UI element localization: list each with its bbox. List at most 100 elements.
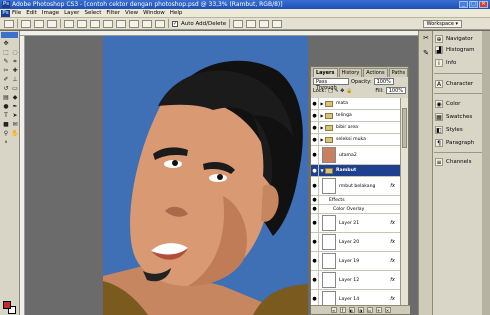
tool-preset-picker[interactable] bbox=[4, 19, 14, 28]
app-menu-logo-icon[interactable]: Ps bbox=[1, 10, 10, 17]
panel-color[interactable]: ◉ Color bbox=[435, 99, 481, 109]
slice-tool-icon[interactable]: ✂ bbox=[2, 67, 10, 74]
rounded-rect-shape-button[interactable] bbox=[103, 19, 113, 28]
shape-tool-icon[interactable]: ■ bbox=[2, 121, 10, 128]
visibility-eye-icon[interactable]: ● bbox=[311, 109, 319, 122]
path-exclude-button[interactable] bbox=[272, 19, 283, 28]
lock-options-icons[interactable]: □ ✎ ✥ 🔒 bbox=[328, 88, 352, 94]
paths-button[interactable] bbox=[34, 19, 44, 28]
link-layers-icon[interactable]: ∞ bbox=[330, 307, 337, 313]
pen-tool-icon[interactable]: ✒ bbox=[11, 103, 19, 110]
blend-mode-dropdown[interactable]: Pass Through bbox=[313, 78, 349, 91]
path-subtract-button[interactable] bbox=[246, 19, 257, 28]
fill-pixels-button[interactable] bbox=[47, 19, 57, 28]
tab-history[interactable]: History bbox=[338, 68, 363, 77]
adjustment-layer-icon[interactable]: ◑ bbox=[357, 307, 364, 313]
tool-options-icon[interactable]: ✂ bbox=[421, 34, 431, 42]
fill-input[interactable]: 100% bbox=[385, 87, 406, 94]
brushes-icon[interactable]: ✎ bbox=[421, 49, 431, 57]
workspace-dropdown[interactable]: Workspace ▾ bbox=[422, 20, 462, 28]
add-layer-style-icon[interactable]: f bbox=[339, 307, 346, 313]
panel-info[interactable]: i Info bbox=[435, 58, 481, 68]
layer-group-bibir-area[interactable]: ● ▶ bibir area bbox=[311, 121, 401, 134]
layer-group-mata[interactable]: ● ▶ mata bbox=[311, 98, 401, 110]
auto-add-delete-checkbox[interactable]: ✓ bbox=[172, 20, 178, 27]
path-intersect-button[interactable] bbox=[259, 19, 270, 28]
layer-rmbut-belakang[interactable]: ● rmbut belakang fx bbox=[311, 176, 401, 196]
layer-group-seleksi-muka[interactable]: ● ▶ seleksi muka bbox=[311, 133, 401, 146]
layer-effects-row[interactable]: ● Effects bbox=[311, 195, 401, 205]
path-selection-tool-icon[interactable]: ➤ bbox=[11, 112, 19, 119]
layer-color-overlay-row[interactable]: ● Color Overlay bbox=[311, 204, 401, 214]
visibility-eye-icon[interactable]: ● bbox=[311, 204, 319, 214]
document-canvas[interactable] bbox=[103, 36, 308, 315]
visibility-eye-icon[interactable]: ● bbox=[311, 164, 319, 177]
opacity-input[interactable]: 100% bbox=[373, 78, 394, 85]
menu-file[interactable]: File bbox=[12, 10, 21, 16]
hand-tool-icon[interactable]: ✋ bbox=[11, 130, 19, 137]
clone-stamp-tool-icon[interactable]: ⊥ bbox=[11, 76, 19, 83]
visibility-eye-icon[interactable]: ● bbox=[311, 176, 319, 196]
layers-scrollbar[interactable] bbox=[400, 98, 408, 307]
notes-tool-icon[interactable]: ✉ bbox=[11, 121, 19, 128]
marquee-tool-icon[interactable]: ⬚ bbox=[2, 49, 10, 56]
menu-filter[interactable]: Filter bbox=[106, 10, 120, 16]
fx-icon[interactable]: fx bbox=[390, 258, 395, 264]
history-brush-tool-icon[interactable]: ↺ bbox=[2, 85, 10, 92]
brush-tool-icon[interactable]: ✐ bbox=[2, 76, 10, 83]
lasso-tool-icon[interactable]: ◌ bbox=[11, 49, 19, 56]
menu-select[interactable]: Select bbox=[84, 10, 101, 16]
blur-tool-icon[interactable]: ◆ bbox=[11, 94, 19, 101]
visibility-eye-icon[interactable]: ● bbox=[311, 121, 319, 134]
visibility-eye-icon[interactable]: ● bbox=[311, 98, 319, 110]
panel-character[interactable]: A Character bbox=[435, 79, 481, 89]
eyedropper-tool-icon[interactable]: ⚲ bbox=[2, 130, 10, 137]
panel-navigator[interactable]: ⊕ Navigator bbox=[435, 34, 481, 44]
gradient-tool-icon[interactable]: ▤ bbox=[2, 94, 10, 101]
minimize-button[interactable]: _ bbox=[459, 1, 468, 8]
layer-utama2[interactable]: ● utama2 bbox=[311, 145, 401, 165]
eraser-tool-icon[interactable]: ▭ bbox=[11, 85, 19, 92]
panel-histogram[interactable]: ▟ Histogram bbox=[435, 45, 481, 55]
fx-icon[interactable]: fx bbox=[390, 277, 395, 283]
layer-21[interactable]: ● Layer 21 fx bbox=[311, 213, 401, 233]
dodge-tool-icon[interactable]: ● bbox=[2, 103, 10, 110]
menu-view[interactable]: View bbox=[125, 10, 138, 16]
layer-group-rambut[interactable]: ● ▼ Rambut bbox=[311, 164, 401, 177]
fx-icon[interactable]: fx bbox=[390, 239, 395, 245]
panel-swatches[interactable]: ▦ Swatches bbox=[435, 112, 481, 122]
shape-layers-button[interactable] bbox=[21, 19, 31, 28]
freeform-pen-button[interactable] bbox=[77, 19, 87, 28]
fx-icon[interactable]: fx bbox=[390, 220, 395, 226]
visibility-eye-icon[interactable]: ● bbox=[311, 251, 319, 271]
panel-styles[interactable]: ◧ Styles bbox=[435, 125, 481, 135]
new-group-icon[interactable]: ▭ bbox=[366, 307, 373, 313]
ellipse-shape-button[interactable] bbox=[116, 19, 126, 28]
layer-19[interactable]: ● Layer 19 fx bbox=[311, 251, 401, 271]
quick-select-tool-icon[interactable]: ✎ bbox=[2, 58, 10, 65]
line-shape-button[interactable] bbox=[142, 19, 152, 28]
maximize-button[interactable]: □ bbox=[469, 1, 478, 8]
visibility-eye-icon[interactable]: ● bbox=[311, 270, 319, 290]
add-mask-icon[interactable]: ◐ bbox=[348, 307, 355, 313]
visibility-eye-icon[interactable]: ● bbox=[311, 195, 319, 205]
menu-help[interactable]: Help bbox=[170, 10, 183, 16]
path-add-button[interactable] bbox=[233, 19, 244, 28]
fx-icon[interactable]: fx bbox=[390, 183, 395, 189]
pen-tool-button[interactable] bbox=[64, 19, 74, 28]
layer-group-telinga[interactable]: ● ▶ telinga bbox=[311, 109, 401, 122]
layer-12[interactable]: ● Layer 12 fx bbox=[311, 270, 401, 290]
visibility-eye-icon[interactable]: ● bbox=[311, 213, 319, 233]
polygon-shape-button[interactable] bbox=[129, 19, 139, 28]
rectangle-shape-button[interactable] bbox=[90, 19, 100, 28]
close-button[interactable]: ✕ bbox=[479, 1, 488, 8]
tab-paths[interactable]: Paths bbox=[388, 68, 409, 77]
visibility-eye-icon[interactable]: ● bbox=[311, 145, 319, 165]
tab-layers[interactable]: Layers bbox=[313, 68, 338, 77]
zoom-tool-icon[interactable]: ⚬ bbox=[2, 139, 10, 146]
menu-window[interactable]: Window bbox=[143, 10, 165, 16]
scrollbar-thumb[interactable] bbox=[402, 108, 407, 148]
menu-edit[interactable]: Edit bbox=[26, 10, 37, 16]
visibility-eye-icon[interactable]: ● bbox=[311, 232, 319, 252]
tab-actions[interactable]: Actions bbox=[363, 68, 388, 77]
